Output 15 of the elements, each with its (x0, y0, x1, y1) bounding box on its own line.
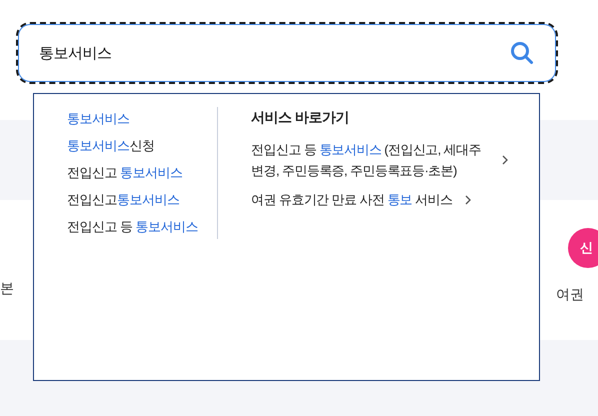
chevron-icon (464, 194, 472, 204)
service-label: 본 (0, 280, 14, 298)
service-label: 여권 (556, 286, 584, 304)
suggestion-item[interactable]: 전입신고통보서비스 (67, 190, 198, 209)
search-icon[interactable] (510, 41, 534, 65)
chevron-icon (501, 155, 510, 165)
shortcuts-title: 서비스 바로가기 (251, 108, 350, 127)
suggestion-item[interactable]: 통보서비스신청 (67, 136, 198, 155)
shortcut-link[interactable]: 여권 유효기간 만료 사전 통보 서비스 (251, 189, 452, 210)
apply-badge: 신 (568, 228, 598, 268)
suggestion-item[interactable]: 통보서비스 (67, 109, 198, 128)
suggestion-item[interactable]: 전입신고 등 통보서비스 (67, 217, 198, 236)
search-field[interactable]: 통보서비스 (16, 22, 558, 84)
shortcut-link[interactable]: 전입신고 등 통보서비스 (전입신고, 세대주 변경, 주민등록증, 주민등록표등·초본) (251, 139, 490, 181)
suggestion-item[interactable]: 전입신고 통보서비스 (67, 163, 198, 182)
